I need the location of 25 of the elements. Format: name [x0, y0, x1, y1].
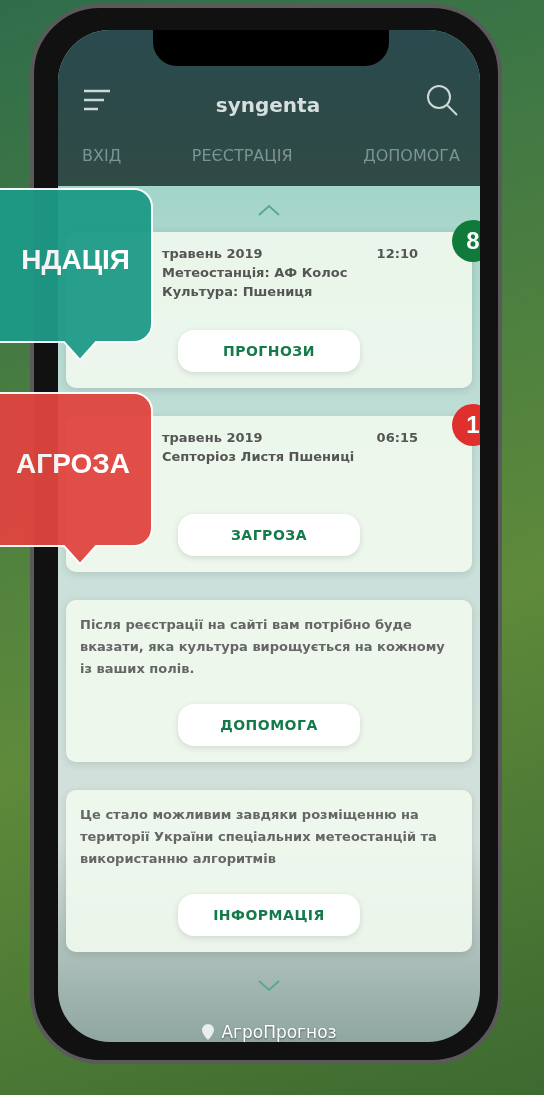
nav-tab[interactable]: РЕЄСТРАЦІЯ — [191, 146, 293, 165]
count-badge: 1 — [452, 404, 480, 446]
time-text: 12:10 — [376, 246, 418, 261]
detail-text: Септоріоз Листя Пшениці — [162, 449, 356, 464]
count-badge: 8 — [452, 220, 480, 262]
nav-tab[interactable]: ВХІД — [82, 146, 122, 165]
card-button[interactable]: ПРОГНОЗИ — [178, 330, 360, 372]
location-pin-icon — [201, 1023, 216, 1041]
detail-text: Культура: Пшениця — [162, 284, 314, 299]
nav-tab[interactable]: ДОПОМОГА — [363, 146, 460, 165]
callout-label: АГРОЗА — [0, 392, 154, 568]
info-text: Це стало можливим завдяки розміщенню на території України спеціальних метеостанцій та використанню алгоритмів — [80, 806, 438, 868]
time-text: 06:15 — [376, 430, 418, 445]
date-text: травень 2019 — [162, 246, 263, 261]
menu-icon[interactable] — [82, 88, 112, 112]
card-button[interactable]: ІНФОРМАЦІЯ — [178, 894, 360, 936]
card-button[interactable]: ЗАГРОЗА — [178, 514, 360, 556]
detail-text: Метеостанція: АФ Колос — [162, 265, 349, 280]
card-button[interactable]: ДОПОМОГА — [178, 704, 360, 746]
footer-logo-text: АгроПрогноз — [221, 1022, 337, 1042]
info-text: Після реєстрації на сайті вам потрібно буде вказати, яка культура вирощується на кожному із ваших полів. — [80, 616, 446, 678]
date-text: травень 2019 — [162, 430, 263, 445]
callout-label: НДАЦІЯ — [0, 188, 154, 364]
logo-text: syngenta — [215, 93, 321, 117]
search-icon[interactable] — [424, 82, 460, 118]
